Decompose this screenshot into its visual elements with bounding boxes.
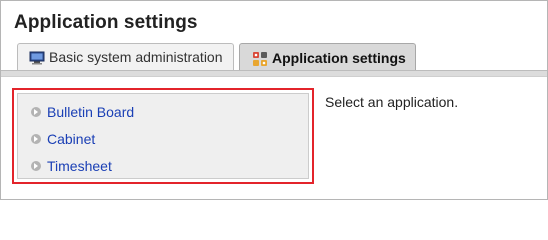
chevron-bullet-icon (31, 160, 41, 171)
tab-basic-label: Basic system administration (49, 49, 223, 65)
chevron-bullet-icon (31, 133, 41, 144)
monitor-icon (29, 44, 45, 70)
settings-window: Application settings Basic system admini… (0, 0, 548, 200)
tab-basic-system-administration[interactable]: Basic system administration (17, 43, 234, 70)
application-list-highlight: Bulletin Board Cabinet Timesheet (12, 88, 314, 184)
list-item-bulletin-board[interactable]: Bulletin Board (18, 98, 308, 125)
select-application-hint: Select an application. (325, 94, 459, 110)
bulletin-board-link[interactable]: Bulletin Board (47, 104, 134, 120)
apps-grid-icon (252, 45, 268, 71)
tab-application-settings[interactable]: Application settings (239, 43, 416, 72)
list-item-timesheet[interactable]: Timesheet (18, 152, 308, 179)
cabinet-link[interactable]: Cabinet (47, 131, 95, 147)
content-header-bar (1, 71, 547, 77)
application-list: Bulletin Board Cabinet Timesheet (17, 93, 309, 179)
chevron-bullet-icon (31, 106, 41, 117)
tab-app-label: Application settings (272, 50, 406, 66)
timesheet-link[interactable]: Timesheet (47, 158, 112, 174)
list-item-cabinet[interactable]: Cabinet (18, 125, 308, 152)
page-title: Application settings (14, 12, 198, 33)
